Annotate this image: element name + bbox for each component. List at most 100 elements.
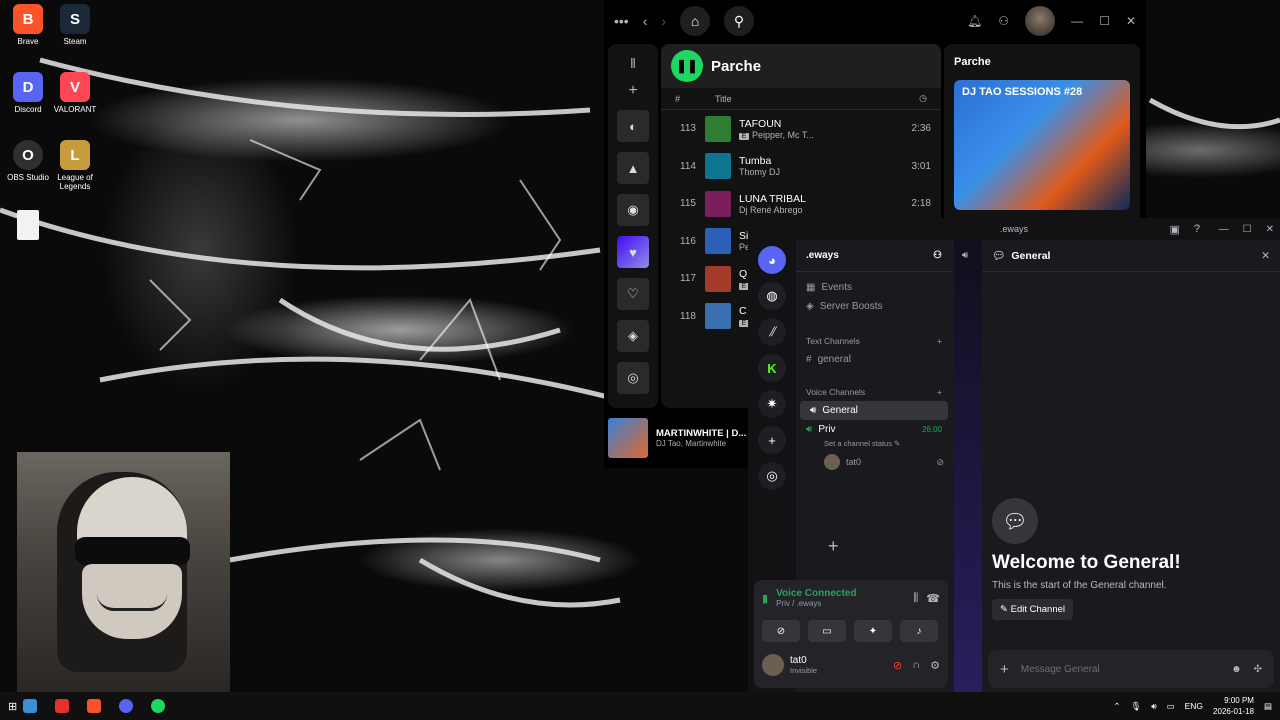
taskbar-app-icon[interactable] — [23, 699, 38, 713]
col-title[interactable]: Title — [715, 94, 919, 104]
brave-taskbar-icon[interactable] — [87, 699, 102, 713]
voice-location[interactable]: Priv / .eways — [776, 599, 856, 608]
channel-status[interactable]: Set a channel status ✎ — [796, 439, 952, 448]
home-icon[interactable]: ⌂ — [680, 6, 711, 36]
channel-priv-voice[interactable]: 🔊︎ Priv 26:00 — [796, 420, 952, 439]
profile-avatar[interactable] — [1025, 6, 1056, 36]
display-icon[interactable]: ▭ — [1167, 701, 1175, 712]
track-row[interactable]: 113 TAFOUN E Peipper, Mc T... 2:36 — [661, 110, 941, 148]
text-category[interactable]: Text Channels + — [796, 326, 952, 350]
add-channel-icon[interactable]: + — [937, 387, 942, 397]
friends-icon[interactable]: ⚇ — [998, 14, 1009, 28]
desktop-icon-file[interactable] — [0, 210, 56, 243]
voice-connected-label[interactable]: Voice Connected — [776, 588, 856, 599]
headphones-icon[interactable]: ∩ — [912, 659, 920, 672]
close-icon[interactable]: ✕ — [1261, 250, 1270, 262]
now-playing-artist[interactable]: DJ Tao, Martinwhite — [656, 439, 746, 448]
invite-icon[interactable]: ⚇ — [933, 250, 942, 261]
volume-icon[interactable]: 🔊︎ — [1151, 701, 1156, 712]
liked-songs-icon[interactable]: ♥ — [617, 236, 649, 268]
mute-icon[interactable]: ⊘ — [893, 659, 902, 672]
server-folder-icon[interactable]: ✷ — [758, 390, 786, 418]
desktop-icon-league[interactable]: L League of Legends — [47, 140, 103, 191]
track-row[interactable]: 114 Tumba Thomy DJ 3:01 — [661, 148, 941, 186]
discord-home-icon[interactable]: ◕ — [758, 246, 786, 274]
help-icon[interactable]: ? — [1194, 223, 1200, 236]
clock[interactable]: 9:00 PM 2026-01-18 — [1213, 695, 1254, 717]
add-icon[interactable]: + — [828, 536, 839, 557]
welcome-title: Welcome to General! — [992, 552, 1181, 573]
noise-icon[interactable]: ⫼ — [913, 592, 918, 605]
desktop-icon-steam[interactable]: S Steam — [47, 4, 103, 46]
maximize-icon[interactable]: ☐ — [1243, 224, 1252, 235]
track-artist[interactable]: Thomy DJ — [739, 167, 891, 177]
edit-channel-button[interactable]: ✎ Edit Channel — [992, 599, 1074, 620]
discover-icon[interactable]: ◎ — [758, 462, 786, 490]
library-item[interactable]: ♡ — [617, 278, 649, 310]
disconnect-icon[interactable]: ☎ — [926, 592, 940, 605]
library-item[interactable]: ◐ — [617, 110, 649, 142]
track-name[interactable]: LUNA TRIBAL — [739, 193, 891, 205]
add-icon[interactable]: + — [628, 82, 637, 100]
kick-server-icon[interactable]: K — [758, 354, 786, 382]
spotify-taskbar-icon[interactable] — [151, 699, 166, 713]
album-cover[interactable]: DJ TAO SESSIONS #28 — [954, 80, 1130, 210]
attach-icon[interactable]: + — [1000, 661, 1009, 678]
track-artist[interactable]: E Peipper, Mc T... — [739, 130, 891, 140]
avatar[interactable] — [762, 654, 784, 676]
library-item[interactable]: ◎ — [617, 362, 649, 394]
back-icon[interactable]: ‹ — [643, 13, 648, 29]
language-indicator[interactable]: ENG — [1185, 701, 1203, 711]
server-icon[interactable]: ◍ — [758, 282, 786, 310]
discord-taskbar-icon[interactable] — [119, 699, 134, 713]
apps-icon[interactable]: ✣ — [1254, 664, 1262, 675]
voice-category[interactable]: Voice Channels + — [796, 377, 952, 401]
now-playing-art[interactable] — [608, 418, 648, 458]
camera-button[interactable]: ⊘ — [762, 620, 800, 642]
minimize-icon[interactable]: — — [1219, 224, 1229, 235]
message-input[interactable]: + Message General ☻ ✣ — [988, 650, 1274, 688]
chevron-up-icon[interactable]: ⌃ — [1113, 701, 1120, 712]
maximize-icon[interactable]: ☐ — [1099, 14, 1110, 28]
bell-icon[interactable]: 🔔︎ — [967, 14, 982, 28]
server-icon[interactable]: ⫽ — [758, 318, 786, 346]
events-item[interactable]: ▦ Events — [796, 278, 952, 297]
search-icon[interactable]: ⚲ — [724, 6, 755, 36]
library-icon[interactable]: ⫴ — [630, 56, 635, 72]
desktop-icon-valorant[interactable]: V VALORANT — [47, 72, 103, 114]
start-icon[interactable]: ⊞ — [8, 700, 17, 713]
boosts-item[interactable]: ◈ Server Boosts — [796, 297, 952, 316]
mic-icon[interactable]: 🎙︎ — [1130, 701, 1141, 712]
voice-user[interactable]: tat0 ⊘ — [796, 448, 952, 470]
add-server-icon[interactable]: + — [758, 426, 786, 454]
taskbar-app-icon[interactable] — [55, 699, 70, 713]
voice-stage-strip: 🔊︎ — [954, 240, 982, 692]
track-row[interactable]: 115 LUNA TRIBAL Dj René Abrego 2:18 — [661, 185, 941, 223]
inbox-icon[interactable]: ▣ — [1169, 223, 1179, 236]
track-artist[interactable]: Dj René Abrego — [739, 205, 891, 215]
user-name[interactable]: tat0 — [790, 655, 817, 666]
add-channel-icon[interactable]: + — [937, 336, 942, 346]
notification-icon[interactable]: ▤ — [1264, 701, 1272, 712]
library-item[interactable]: ▲ — [617, 152, 649, 184]
track-name[interactable]: TAFOUN — [739, 118, 891, 130]
menu-icon[interactable]: ••• — [614, 13, 629, 29]
emoji-icon[interactable]: ☻ — [1231, 664, 1242, 675]
server-header[interactable]: .eways ⚇ — [796, 240, 952, 272]
library-item[interactable]: ◈ — [617, 320, 649, 352]
forward-icon[interactable]: › — [661, 13, 666, 29]
channel-general-voice[interactable]: 🔊︎ General — [800, 401, 948, 420]
pause-button[interactable]: ❚❚ — [671, 50, 703, 82]
settings-icon[interactable]: ⚙ — [930, 659, 940, 672]
track-name[interactable]: Tumba — [739, 155, 891, 167]
channel-general-text[interactable]: # general — [796, 350, 952, 369]
close-icon[interactable]: ✕ — [1266, 224, 1274, 235]
now-playing-name[interactable]: MARTINWHITE | D... — [656, 428, 746, 439]
activities-button[interactable]: ✦ — [854, 620, 892, 642]
speaker-icon[interactable]: 🔊︎ — [962, 250, 968, 261]
screenshare-button[interactable]: ▭ — [808, 620, 846, 642]
soundboard-button[interactable]: ♪ — [900, 620, 938, 642]
minimize-icon[interactable]: — — [1071, 14, 1083, 28]
close-icon[interactable]: ✕ — [1126, 14, 1136, 28]
library-item[interactable]: ◉ — [617, 194, 649, 226]
